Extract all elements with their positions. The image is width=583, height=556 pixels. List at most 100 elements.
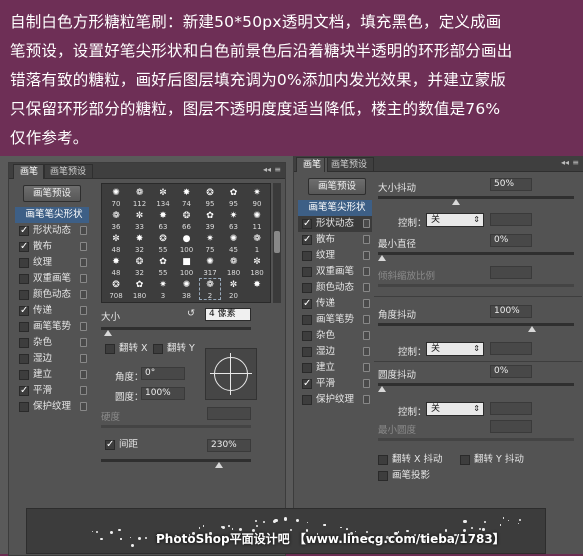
lock-icon[interactable] [363, 299, 370, 308]
brush-presets-button[interactable]: 画笔预设 [308, 178, 366, 195]
lock-icon[interactable] [80, 258, 87, 267]
brush-presets-button[interactable]: 画笔预设 [23, 185, 81, 202]
lock-icon[interactable] [80, 402, 87, 411]
size-slider-knob[interactable] [104, 330, 112, 336]
angle-jitter-slider[interactable] [378, 323, 574, 326]
lock-icon[interactable] [363, 363, 370, 372]
size-jitter-slider[interactable] [378, 196, 574, 199]
brush-tip-grid[interactable]: ✺ 70 ❁ 112 ✼ 134 ✸ 74 ❂ 95 ✿ 95 ✷ 90 ❁ 36 ✼ 33 ✸ 63 ❂ 66 ✿ 39 ✷ 6… [101, 183, 271, 303]
list-item[interactable]: 杂色 [15, 335, 89, 351]
brush-tip[interactable]: ❁ 36 [106, 210, 126, 231]
brush-tip[interactable]: ❂ 66 [177, 210, 197, 231]
brush-tip[interactable]: ● 100 [177, 233, 197, 254]
tab-brush-presets[interactable]: 画笔预设 [43, 164, 94, 179]
list-item-checkbox[interactable] [19, 290, 29, 300]
lock-icon[interactable] [363, 395, 370, 404]
brush-tip[interactable]: ❂ 95 [200, 187, 220, 208]
angle-jitter-input[interactable]: 100% [490, 305, 532, 318]
lock-icon[interactable] [363, 283, 370, 292]
roundness-input[interactable]: 100% [141, 387, 185, 400]
brush-tip[interactable]: ✸ 48 [106, 256, 126, 277]
list-item[interactable]: 画笔笔尖形状 [15, 207, 89, 223]
lock-icon[interactable] [363, 235, 370, 244]
angle-jitter-knob[interactable] [528, 326, 536, 332]
flip-y-checkbox[interactable]: 翻转 Y [149, 341, 209, 357]
size-jitter-knob[interactable] [452, 199, 460, 205]
lock-icon[interactable] [80, 354, 87, 363]
brush-tip[interactable]: ❁ 1 [247, 233, 267, 254]
min-diameter-knob[interactable] [378, 255, 386, 261]
list-item-checkbox[interactable] [302, 347, 312, 357]
list-item-checkbox[interactable] [302, 395, 312, 405]
list-item[interactable]: 保护纹理 [15, 399, 89, 415]
list-item[interactable]: 形状动态 [15, 223, 89, 239]
list-item-checkbox[interactable] [19, 223, 29, 239]
brush-tip[interactable]: ✷ 63 [224, 210, 244, 231]
collapse-icon[interactable]: ◂◂ [263, 165, 271, 174]
panel-menu-icon[interactable]: ≡ [572, 158, 579, 167]
brush-tip[interactable]: ✺ 70 [106, 187, 126, 208]
list-item-checkbox[interactable] [302, 315, 312, 325]
lock-icon[interactable] [363, 267, 370, 276]
angle-roundness-preview[interactable] [205, 348, 257, 400]
spacing-checkbox[interactable]: 间距 [101, 437, 161, 453]
brush-tip[interactable]: ✺ 317 [200, 256, 220, 277]
brush-tip[interactable]: ✼ 134 [153, 187, 173, 208]
brush-tip[interactable]: ✺ 38 [177, 279, 197, 300]
lock-icon[interactable] [80, 306, 87, 315]
lock-icon[interactable] [80, 290, 87, 299]
lock-icon[interactable] [80, 338, 87, 347]
list-item[interactable]: 形状动态 [298, 216, 372, 232]
list-item[interactable]: 平滑 [15, 383, 89, 399]
list-item[interactable]: 杂色 [298, 328, 372, 344]
brush-tip[interactable]: ✷ 75 [200, 233, 220, 254]
lock-icon[interactable] [363, 251, 370, 260]
brush-tip[interactable]: ✸ 63 [153, 210, 173, 231]
list-item-checkbox[interactable] [19, 354, 29, 364]
list-item-checkbox[interactable] [302, 296, 312, 312]
brush-tip[interactable]: ❁ 112 [130, 187, 150, 208]
brush-tip[interactable]: ✿ 39 [200, 210, 220, 231]
size-input[interactable]: 4 像素 [205, 308, 251, 321]
min-diameter-slider[interactable] [378, 252, 574, 255]
list-item[interactable]: 保护纹理 [298, 392, 372, 408]
brush-tip[interactable]: ✼ 33 [130, 210, 150, 231]
brush-tip[interactable]: ❂ 55 [153, 233, 173, 254]
list-item-checkbox[interactable] [19, 383, 29, 399]
list-item[interactable]: 颜色动态 [298, 280, 372, 296]
brush-tip[interactable]: ■ 100 [177, 256, 197, 277]
list-item-checkbox[interactable] [302, 283, 312, 293]
list-item[interactable]: 建立 [298, 360, 372, 376]
brush-tip[interactable]: ✺ 45 [224, 233, 244, 254]
spacing-slider[interactable] [101, 459, 251, 462]
angle-input[interactable]: 0° [141, 367, 185, 380]
list-item-checkbox[interactable] [19, 239, 29, 255]
list-item-checkbox[interactable] [302, 331, 312, 341]
list-item[interactable]: 传递 [15, 303, 89, 319]
brush-tip[interactable]: ❂ 32 [130, 256, 150, 277]
brush-tip[interactable]: ✿ 180 [130, 279, 150, 300]
list-item[interactable]: 湿边 [298, 344, 372, 360]
list-item[interactable]: 画笔笔势 [298, 312, 372, 328]
spacing-slider-knob[interactable] [215, 462, 223, 468]
list-item-checkbox[interactable] [302, 232, 312, 248]
tab-brush[interactable]: 画笔 [13, 164, 46, 179]
brush-tip[interactable]: ✼ 48 [106, 233, 126, 254]
list-item-checkbox[interactable] [302, 376, 312, 392]
brush-tip[interactable]: ✿ 95 [224, 187, 244, 208]
list-item-checkbox[interactable] [302, 363, 312, 373]
lock-icon[interactable] [363, 219, 370, 228]
brush-projection-checkbox[interactable]: 画笔投影 [374, 468, 454, 484]
brush-tip[interactable]: ✷ 3 [153, 279, 173, 300]
list-item-checkbox[interactable] [19, 338, 29, 348]
reset-size-icon[interactable]: ↺ [187, 308, 195, 319]
min-diameter-input[interactable]: 0% [490, 234, 532, 247]
list-item[interactable]: 双重画笔 [298, 264, 372, 280]
brush-tip[interactable]: ❂ 708 [106, 279, 126, 300]
lock-icon[interactable] [80, 242, 87, 251]
list-item-checkbox[interactable] [19, 370, 29, 380]
panel-menu-icon[interactable]: ≡ [274, 165, 281, 174]
roundness-jitter-knob[interactable] [378, 386, 386, 392]
lock-icon[interactable] [80, 370, 87, 379]
size-slider[interactable] [101, 327, 251, 330]
